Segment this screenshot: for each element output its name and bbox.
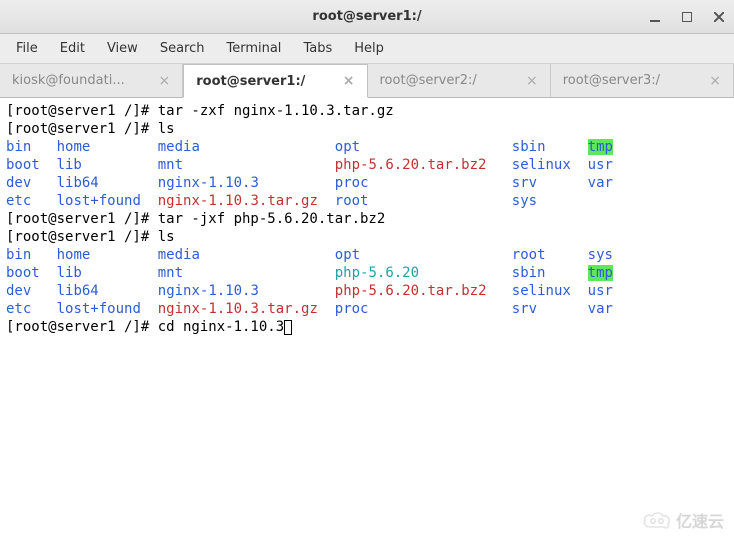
prompt: [root@server1 /]# — [6, 103, 158, 119]
ls-entry: boot — [6, 265, 40, 281]
ls-entry: home — [57, 139, 91, 155]
prompt: [root@server1 /]# — [6, 211, 158, 227]
ls-entry: tmp — [588, 139, 613, 155]
ls-entry: media — [158, 139, 200, 155]
ls-entry: php-5.6.20.tar.bz2 — [335, 157, 487, 173]
command-text: tar -zxf nginx-1.10.3.tar.gz — [158, 103, 394, 119]
prompt: [root@server1 /]# — [6, 229, 158, 245]
ls-entry: proc — [335, 301, 369, 317]
command-text: tar -jxf php-5.6.20.tar.bz2 — [158, 211, 386, 227]
tab-label: root@server3:/ — [563, 73, 660, 88]
ls-entry: usr — [588, 157, 613, 173]
ls-entry: etc — [6, 301, 31, 317]
menubar: File Edit View Search Terminal Tabs Help — [0, 34, 734, 64]
ls-entry: selinux — [512, 283, 571, 299]
ls-entry: lost+found — [57, 301, 141, 317]
terminal-cursor — [284, 320, 292, 335]
menu-terminal[interactable]: Terminal — [216, 37, 291, 60]
tab-server1[interactable]: root@server1:/ × — [183, 64, 367, 98]
ls-entry: var — [588, 175, 613, 191]
menu-help[interactable]: Help — [344, 37, 394, 60]
ls-entry: lib64 — [57, 175, 99, 191]
ls-entry: lost+found — [57, 193, 141, 209]
minimize-button[interactable] — [648, 10, 662, 24]
ls-entry: nginx-1.10.3.tar.gz — [158, 193, 318, 209]
ls-entry: lib — [57, 265, 82, 281]
ls-entry: mnt — [158, 157, 183, 173]
watermark-text: 亿速云 — [676, 508, 724, 532]
ls-entry: sbin — [512, 139, 546, 155]
window-controls — [648, 10, 726, 24]
tab-foundation[interactable]: kiosk@foundati... × — [0, 64, 183, 97]
ls-entry: tmp — [588, 265, 613, 281]
ls-entry: root — [335, 193, 369, 209]
ls-entry: srv — [512, 175, 537, 191]
tab-server2[interactable]: root@server2:/ × — [368, 64, 551, 97]
close-icon[interactable]: × — [709, 73, 721, 89]
ls-entry: lib — [57, 157, 82, 173]
tab-label: kiosk@foundati... — [12, 73, 125, 88]
ls-entry: nginx-1.10.3.tar.gz — [158, 301, 318, 317]
ls-entry: selinux — [512, 157, 571, 173]
prompt: [root@server1 /]# — [6, 121, 158, 137]
ls-entry: boot — [6, 157, 40, 173]
menu-view[interactable]: View — [97, 37, 148, 60]
cloud-icon — [642, 511, 672, 529]
terminal-output[interactable]: [root@server1 /]# tar -zxf nginx-1.10.3.… — [0, 98, 734, 538]
maximize-button[interactable] — [680, 10, 694, 24]
close-icon[interactable]: × — [526, 73, 538, 89]
ls-entry: sys — [588, 247, 613, 263]
ls-entry: var — [588, 301, 613, 317]
ls-entry: bin — [6, 139, 31, 155]
ls-entry: php-5.6.20.tar.bz2 — [335, 283, 487, 299]
close-button[interactable] — [712, 10, 726, 24]
ls-entry: root — [512, 247, 546, 263]
ls-entry: lib64 — [57, 283, 99, 299]
tab-server3[interactable]: root@server3:/ × — [551, 64, 734, 97]
menu-search[interactable]: Search — [150, 37, 215, 60]
command-text: ls — [158, 121, 175, 137]
window-title: root@server1:/ — [312, 9, 421, 24]
ls-entry: php-5.6.20 — [335, 265, 419, 281]
ls-entry: media — [158, 247, 200, 263]
titlebar: root@server1:/ — [0, 0, 734, 34]
ls-entry: dev — [6, 283, 31, 299]
tab-label: root@server2:/ — [380, 73, 477, 88]
ls-entry: srv — [512, 301, 537, 317]
menu-tabs[interactable]: Tabs — [293, 37, 342, 60]
tab-label: root@server1:/ — [196, 74, 305, 89]
close-icon[interactable]: × — [159, 73, 171, 89]
ls-entry: mnt — [158, 265, 183, 281]
close-icon[interactable]: × — [343, 73, 355, 89]
ls-entry: opt — [335, 247, 360, 263]
menu-file[interactable]: File — [6, 37, 48, 60]
ls-entry: proc — [335, 175, 369, 191]
menu-edit[interactable]: Edit — [50, 37, 95, 60]
ls-entry: opt — [335, 139, 360, 155]
watermark: 亿速云 — [642, 508, 724, 532]
tabbar: kiosk@foundati... × root@server1:/ × roo… — [0, 64, 734, 98]
ls-entry: nginx-1.10.3 — [158, 175, 259, 191]
ls-entry: usr — [588, 283, 613, 299]
ls-entry: etc — [6, 193, 31, 209]
ls-entry: nginx-1.10.3 — [158, 283, 259, 299]
command-text: cd nginx-1.10.3 — [158, 319, 284, 335]
ls-entry: sys — [512, 193, 537, 209]
ls-entry: home — [57, 247, 91, 263]
ls-entry: sbin — [512, 265, 546, 281]
ls-entry: bin — [6, 247, 31, 263]
ls-entry: dev — [6, 175, 31, 191]
command-text: ls — [158, 229, 175, 245]
prompt: [root@server1 /]# — [6, 319, 158, 335]
